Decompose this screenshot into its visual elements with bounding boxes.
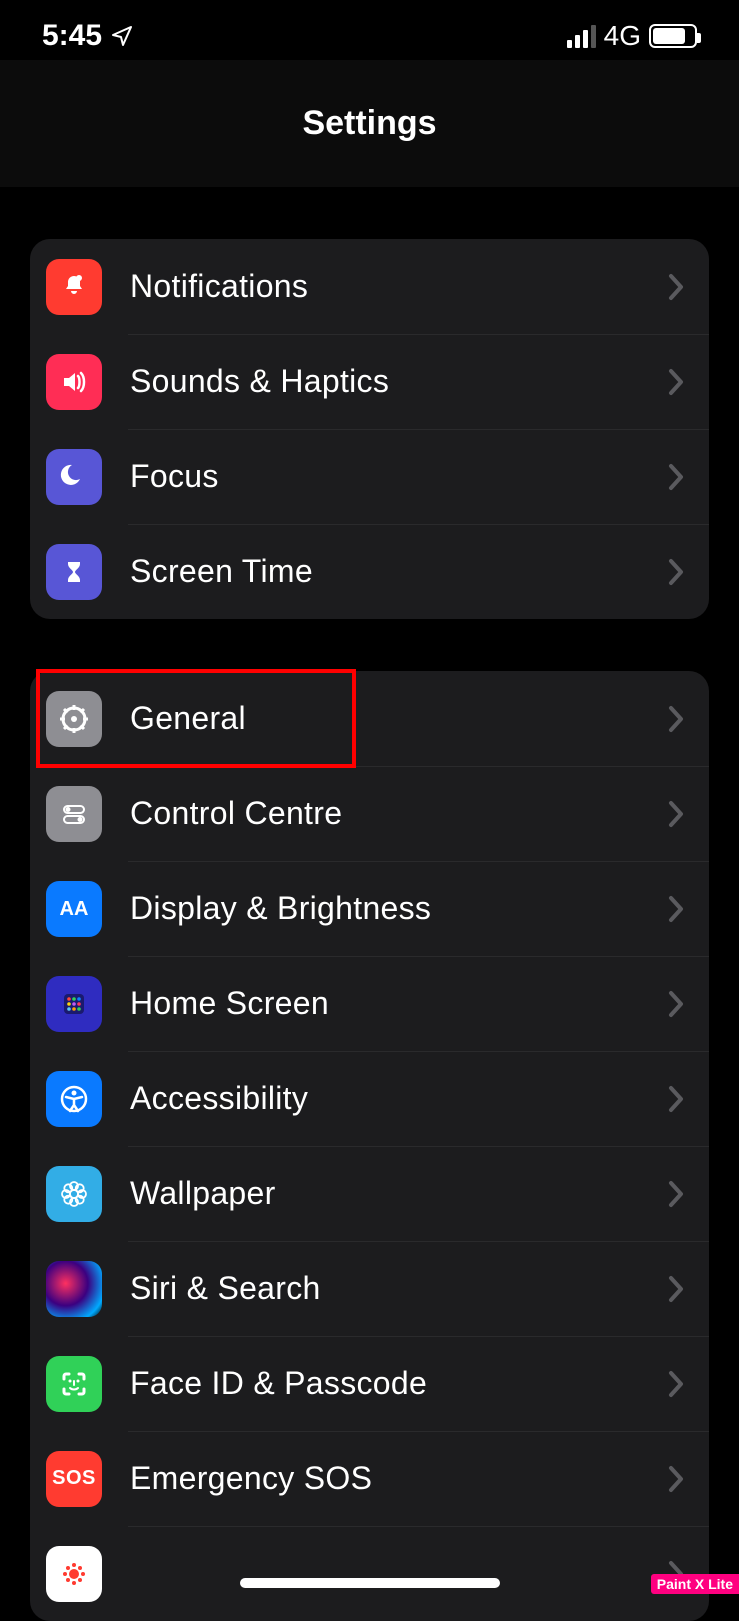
settings-row-emergency-sos[interactable]: SOS Emergency SOS bbox=[30, 1431, 709, 1526]
chevron-right-icon bbox=[667, 799, 685, 829]
settings-row-focus[interactable]: Focus bbox=[30, 429, 709, 524]
row-label: Focus bbox=[130, 458, 667, 495]
settings-list: Notifications Sounds & Haptics Focus Screen… bbox=[0, 239, 739, 1621]
status-bar: 5:45 4G bbox=[0, 0, 739, 60]
bell-icon bbox=[46, 259, 102, 315]
settings-row-sounds-haptics[interactable]: Sounds & Haptics bbox=[30, 334, 709, 429]
row-label: Siri & Search bbox=[130, 1270, 667, 1307]
speaker-icon bbox=[46, 354, 102, 410]
chevron-right-icon bbox=[667, 704, 685, 734]
aa-icon bbox=[46, 881, 102, 937]
toggles-icon bbox=[46, 786, 102, 842]
chevron-right-icon bbox=[667, 1464, 685, 1494]
settings-row-exposure-notifications[interactable] bbox=[30, 1526, 709, 1621]
row-label: Emergency SOS bbox=[130, 1460, 667, 1497]
chevron-right-icon bbox=[667, 1179, 685, 1209]
row-label: Sounds & Haptics bbox=[130, 363, 667, 400]
settings-group: General Control Centre Display & Brightnes… bbox=[30, 671, 709, 1621]
row-label: Wallpaper bbox=[130, 1175, 667, 1212]
moon-icon bbox=[46, 449, 102, 505]
row-label: General bbox=[130, 700, 667, 737]
page-title: Settings bbox=[0, 60, 739, 187]
grid-icon bbox=[46, 976, 102, 1032]
settings-row-control-centre[interactable]: Control Centre bbox=[30, 766, 709, 861]
chevron-right-icon bbox=[667, 1084, 685, 1114]
row-label: Notifications bbox=[130, 268, 667, 305]
gear-icon bbox=[46, 691, 102, 747]
settings-row-home-screen[interactable]: Home Screen bbox=[30, 956, 709, 1051]
row-label: Accessibility bbox=[130, 1080, 667, 1117]
row-label: Home Screen bbox=[130, 985, 667, 1022]
chevron-right-icon bbox=[667, 989, 685, 1019]
status-time-area: 5:45 bbox=[42, 19, 134, 53]
faceid-icon bbox=[46, 1356, 102, 1412]
chevron-right-icon bbox=[667, 894, 685, 924]
battery-icon bbox=[649, 24, 697, 48]
settings-row-face-id-passcode[interactable]: Face ID & Passcode bbox=[30, 1336, 709, 1431]
flower-icon bbox=[46, 1166, 102, 1222]
status-time: 5:45 bbox=[42, 19, 102, 53]
sos-icon: SOS bbox=[46, 1451, 102, 1507]
home-indicator[interactable] bbox=[240, 1578, 500, 1588]
status-right: 4G bbox=[567, 20, 697, 52]
watermark: Paint X Lite bbox=[651, 1574, 739, 1594]
settings-row-display-brightness[interactable]: Display & Brightness bbox=[30, 861, 709, 956]
location-icon bbox=[110, 24, 134, 48]
settings-row-notifications[interactable]: Notifications bbox=[30, 239, 709, 334]
hourglass-icon bbox=[46, 544, 102, 600]
row-label: Screen Time bbox=[130, 553, 667, 590]
network-label: 4G bbox=[604, 20, 641, 52]
settings-row-siri-search[interactable]: Siri & Search bbox=[30, 1241, 709, 1336]
settings-row-general[interactable]: General bbox=[30, 671, 709, 766]
accessibility-icon bbox=[46, 1071, 102, 1127]
chevron-right-icon bbox=[667, 462, 685, 492]
siri-icon bbox=[46, 1261, 102, 1317]
settings-row-accessibility[interactable]: Accessibility bbox=[30, 1051, 709, 1146]
chevron-right-icon bbox=[667, 1274, 685, 1304]
settings-group: Notifications Sounds & Haptics Focus Screen… bbox=[30, 239, 709, 619]
settings-row-screen-time[interactable]: Screen Time bbox=[30, 524, 709, 619]
settings-row-wallpaper[interactable]: Wallpaper bbox=[30, 1146, 709, 1241]
chevron-right-icon bbox=[667, 272, 685, 302]
covid-icon bbox=[46, 1546, 102, 1602]
row-label: Display & Brightness bbox=[130, 890, 667, 927]
chevron-right-icon bbox=[667, 1369, 685, 1399]
chevron-right-icon bbox=[667, 557, 685, 587]
chevron-right-icon bbox=[667, 367, 685, 397]
cell-signal-icon bbox=[567, 25, 596, 48]
row-label: Control Centre bbox=[130, 795, 667, 832]
row-label: Face ID & Passcode bbox=[130, 1365, 667, 1402]
